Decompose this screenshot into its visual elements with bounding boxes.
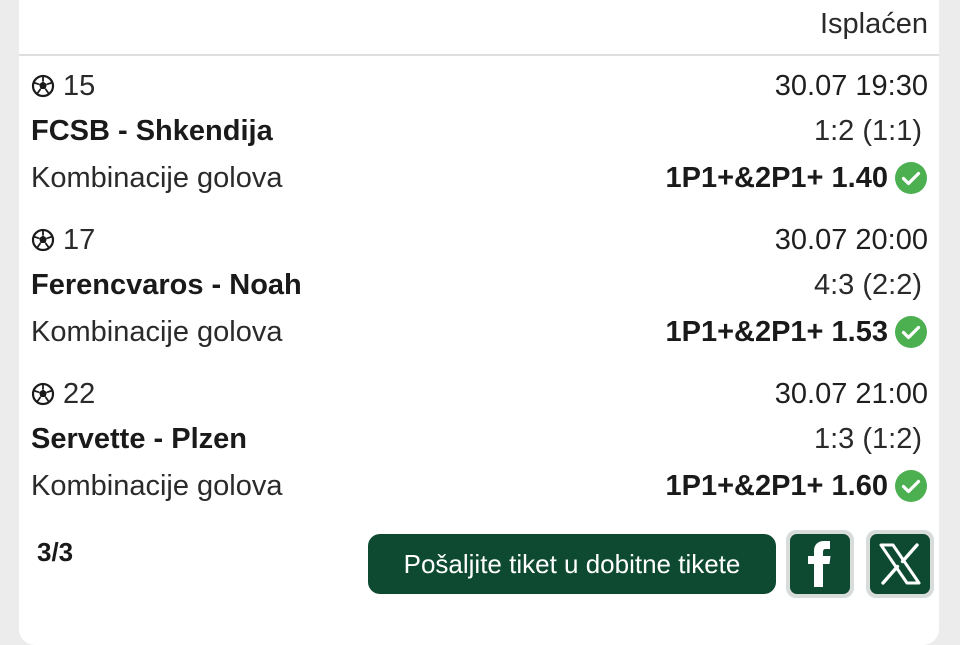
match-teams: Servette - Plzen: [31, 422, 247, 455]
x-share-button[interactable]: [866, 530, 934, 598]
match-teams: FCSB - Shkendija: [31, 114, 273, 147]
green-check-icon: [895, 470, 927, 502]
pick-odds: 1P1+&2P1+ 1.53: [665, 315, 888, 348]
match-number: 15: [63, 69, 96, 102]
market-name: Kombinacije golova: [31, 161, 283, 194]
facebook-icon: [808, 541, 831, 587]
ticket-count: 3/3: [37, 537, 74, 567]
match-item: 15 30.07 19:30 FCSB - Shkendija 1:2 (1:1…: [0, 66, 960, 216]
match-datetime: 30.07 19:30: [774, 69, 928, 102]
soccer-ball-icon: [31, 228, 55, 252]
pick-odds: 1P1+&2P1+ 1.60: [665, 469, 888, 502]
green-check-icon: [895, 316, 927, 348]
match-datetime: 30.07 21:00: [774, 377, 928, 410]
match-item: 17 30.07 20:00 Ferencvaros - Noah 4:3 (2…: [0, 220, 960, 370]
match-score: 4:3 (2:2): [814, 268, 922, 301]
match-item: 22 30.07 21:00 Servette - Plzen 1:3 (1:2…: [0, 374, 960, 524]
match-number: 22: [63, 377, 96, 410]
header-divider: [19, 54, 939, 56]
send-to-winning-tickets-button[interactable]: Pošaljite tiket u dobitne tikete: [368, 534, 776, 594]
match-score: 1:2 (1:1): [814, 114, 922, 147]
ticket-status: Isplaćen: [819, 8, 928, 40]
match-score: 1:3 (1:2): [814, 422, 922, 455]
green-check-icon: [895, 162, 927, 194]
market-name: Kombinacije golova: [31, 469, 283, 502]
x-icon: [879, 543, 921, 585]
match-datetime: 30.07 20:00: [774, 223, 928, 256]
market-name: Kombinacije golova: [31, 315, 283, 348]
pick-odds: 1P1+&2P1+ 1.40: [665, 161, 888, 194]
soccer-ball-icon: [31, 382, 55, 406]
match-teams: Ferencvaros - Noah: [31, 268, 302, 301]
facebook-share-button[interactable]: [786, 530, 854, 598]
soccer-ball-icon: [31, 74, 55, 98]
match-number: 17: [63, 223, 96, 256]
